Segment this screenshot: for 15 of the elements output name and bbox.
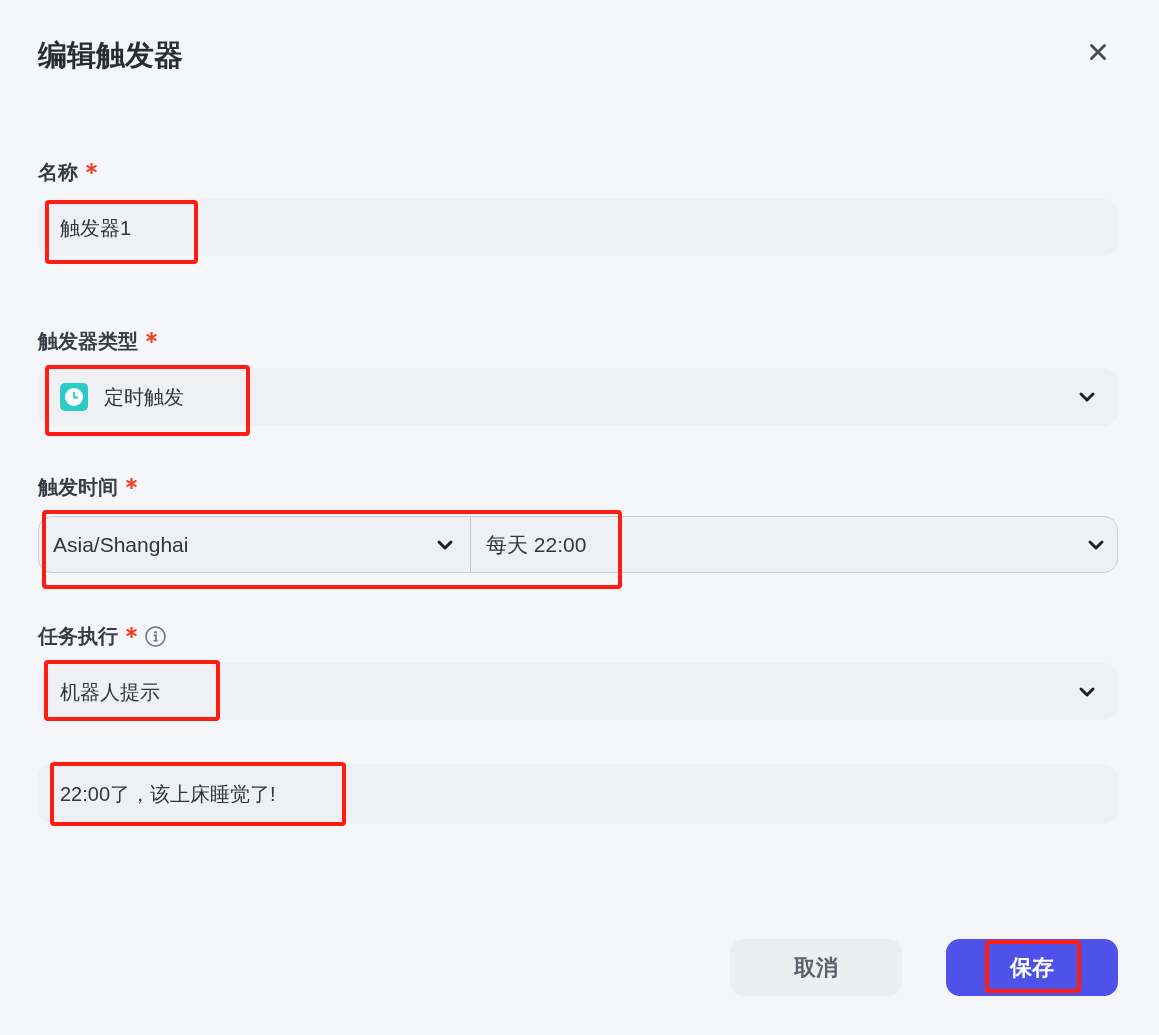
field-label: 触发时间 — [38, 475, 118, 500]
task-select[interactable]: 机器人提示 — [38, 663, 1118, 720]
name-input[interactable]: 触发器1 — [38, 199, 1118, 256]
message-input[interactable]: 22:00了，该上床睡觉了! — [38, 764, 1118, 824]
dialog-title: 编辑触发器 — [38, 38, 183, 73]
info-icon[interactable] — [145, 625, 166, 647]
cancel-button[interactable]: 取消 — [730, 939, 902, 996]
save-button[interactable]: 保存 — [946, 939, 1118, 996]
timezone-select[interactable]: Asia/Shanghai — [39, 517, 471, 572]
field-label: 触发器类型 — [38, 329, 138, 354]
trigger-type-select[interactable]: 定时触发 — [38, 368, 1118, 426]
schedule-select[interactable]: 每天 22:00 — [471, 517, 1117, 572]
field-label: 名称 — [38, 160, 78, 185]
clock-icon — [60, 383, 88, 411]
field-label: 任务执行 — [38, 624, 118, 649]
